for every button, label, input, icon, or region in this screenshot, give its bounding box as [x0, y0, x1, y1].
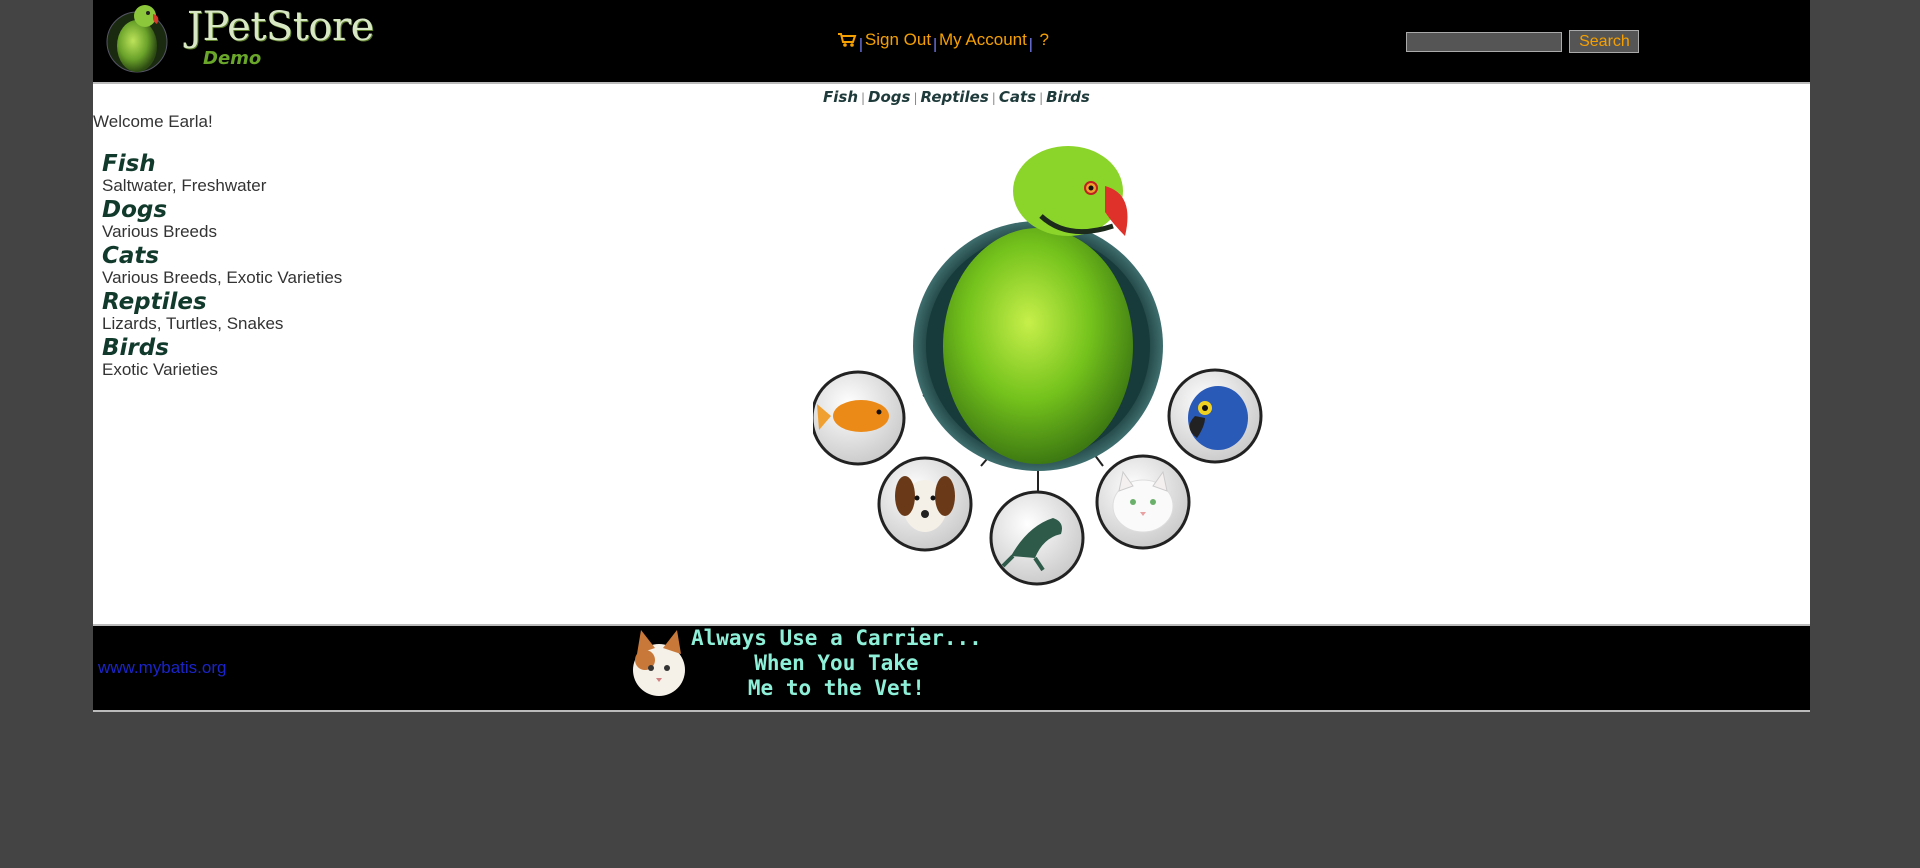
- category-link-dogs[interactable]: Dogs: [102, 198, 342, 222]
- category-link-birds[interactable]: Birds: [102, 336, 342, 360]
- page-container: JPetStore Demo | Sign Out | My Account | ? S…: [93, 0, 1810, 712]
- banner-line: Always Use a Carrier...: [691, 626, 982, 650]
- quick-link-fish[interactable]: Fish: [823, 88, 858, 106]
- quick-link-birds[interactable]: Birds: [1046, 88, 1090, 106]
- quick-link-dogs[interactable]: Dogs: [868, 88, 910, 106]
- menu-separator: |: [859, 36, 863, 53]
- category-description: Saltwater, Freshwater: [102, 176, 267, 195]
- quick-link-separator: |: [1039, 91, 1044, 105]
- logo-title: JPetStore: [187, 4, 374, 50]
- menu-separator: |: [1028, 36, 1033, 53]
- category-description: Various Breeds: [102, 222, 217, 241]
- quick-link-separator: |: [913, 91, 918, 105]
- banner-line: Me to the Vet!: [747, 676, 925, 700]
- main-content: Fish | Dogs | Reptiles | Cats | Birds Welcome Ea…: [93, 84, 1810, 624]
- search-button[interactable]: Search: [1569, 30, 1640, 53]
- category-link-reptiles[interactable]: Reptiles: [102, 290, 342, 314]
- sign-out-link[interactable]: Sign Out: [865, 30, 931, 49]
- cart-icon[interactable]: [837, 32, 857, 48]
- welcome-message: Welcome Earla!: [93, 112, 213, 131]
- cat-image-link[interactable]: [1095, 454, 1191, 550]
- search-form: Search: [1406, 30, 1640, 53]
- category-description: Exotic Varieties: [102, 360, 218, 379]
- mybatis-link[interactable]: www.mybatis.org: [98, 658, 226, 678]
- banner-line: When You Take: [754, 651, 919, 675]
- category-sidebar: Fish Saltwater, Freshwater Dogs Various …: [102, 152, 342, 382]
- quick-link-reptiles[interactable]: Reptiles: [921, 88, 989, 106]
- logo-subtitle: Demo: [203, 48, 262, 69]
- kitten-icon: [633, 630, 685, 696]
- quick-link-separator: |: [991, 91, 996, 105]
- parrot-image-link[interactable]: [943, 146, 1133, 464]
- category-item: Dogs Various Breeds: [102, 198, 342, 244]
- footer: www.mybatis.org Always Use a Carrier... …: [93, 624, 1810, 712]
- parrot-logo-icon: [106, 5, 168, 73]
- help-link[interactable]: ?: [1039, 30, 1048, 49]
- dog-image-link[interactable]: [877, 456, 973, 552]
- header: JPetStore Demo | Sign Out | My Account | ? S…: [93, 0, 1810, 84]
- my-account-link[interactable]: My Account: [939, 30, 1027, 49]
- menu-separator: |: [933, 36, 937, 53]
- category-item: Birds Exotic Varieties: [102, 336, 342, 382]
- search-input[interactable]: [1406, 31, 1562, 52]
- quick-link-separator: |: [861, 91, 866, 105]
- category-item: Fish Saltwater, Freshwater: [102, 152, 342, 198]
- vet-banner: Always Use a Carrier... When You Take Me…: [623, 626, 983, 706]
- quick-link-cats[interactable]: Cats: [999, 88, 1036, 106]
- category-item: Cats Various Breeds, Exotic Varieties: [102, 244, 342, 290]
- fish-image-link[interactable]: [810, 370, 906, 466]
- category-link-cats[interactable]: Cats: [102, 244, 342, 268]
- category-description: Various Breeds, Exotic Varieties: [102, 268, 343, 287]
- reptile-image-link[interactable]: [989, 490, 1085, 586]
- bird-image-link[interactable]: [1167, 368, 1263, 464]
- quick-links: Fish | Dogs | Reptiles | Cats | Birds: [823, 88, 1090, 106]
- pets-image-map: [810, 146, 1273, 611]
- banner-text: Always Use a Carrier... When You Take Me…: [691, 626, 982, 701]
- category-link-fish[interactable]: Fish: [102, 152, 342, 176]
- category-item: Reptiles Lizards, Turtles, Snakes: [102, 290, 342, 336]
- header-menu: | Sign Out | My Account | ?: [837, 30, 1049, 53]
- category-description: Lizards, Turtles, Snakes: [102, 314, 284, 333]
- logo[interactable]: JPetStore Demo: [103, 2, 374, 74]
